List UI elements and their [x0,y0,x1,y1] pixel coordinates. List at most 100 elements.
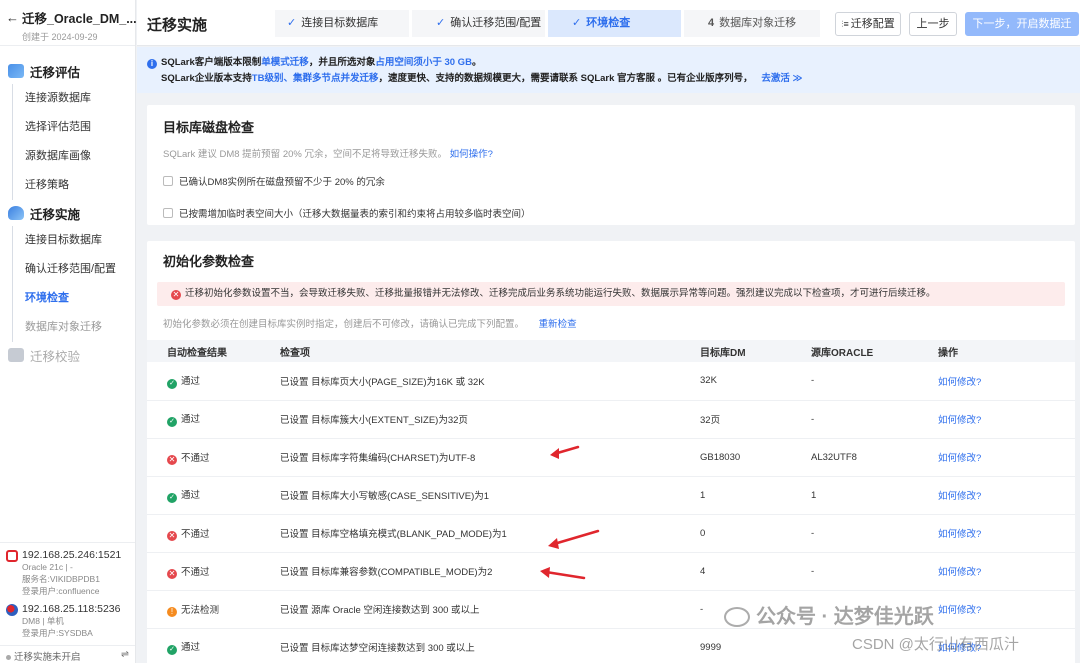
check-item: 已设置 目标库大小写敏感(CASE_SENSITIVE)为1 [280,476,700,515]
col-target-dm: 目标库DM [700,340,811,362]
notice-highlight: 单模式迁移 [261,57,309,68]
nav-item-env-check[interactable]: 环境检查 [13,284,135,313]
disk-check-desc: SQLark 建议 DM8 提前预留 20% 冗余，空间不足将导致迁移失败。 如… [163,146,1059,160]
section-assessment[interactable]: 迁移评估 [0,58,135,84]
pass-icon: ✓ [167,493,177,503]
nav-item-confirm-scope[interactable]: 确认迁移范围/配置 [13,255,135,284]
how-to-modify-link[interactable]: 如何修改? [938,605,981,616]
page-title: 迁移实施 [147,17,208,34]
database-icon [8,206,24,220]
sidebar-footer: 迁移实施未开启 ⇌ [0,645,135,663]
oracle-value: - [811,400,938,439]
step-label: 数据库对象迁移 [719,17,797,29]
step-object-migration[interactable]: 4 数据库对象迁移 [684,10,820,37]
status-text: 通过 [181,375,201,387]
step-label: 连接目标数据库 [301,17,379,29]
recheck-link[interactable]: 重新检查 [539,319,577,330]
checkbox-label: 已按需增加临时表空间大小（迁移大数据量表的索引和约束将占用较多临时表空间） [179,209,531,220]
implementation-steps: 连接目标数据库 确认迁移范围/配置 环境检查 数据库对象迁移 [12,226,135,342]
notice-text: ，并且所选对象 [308,57,376,68]
notice-text: SQLark企业版本支持 [161,73,252,84]
how-to-modify-link[interactable]: 如何修改? [938,377,981,388]
fail-icon: ✕ [167,568,177,579]
button-label: 迁移配置 [850,18,895,30]
migration-status: 迁移实施未开启 [14,652,81,663]
warning-icon: ! [167,606,177,617]
nav-item-strategy[interactable]: 迁移策略 [13,171,135,200]
how-to-modify-link[interactable]: 如何修改? [938,453,981,464]
activate-link[interactable]: 去激活 ≫ [761,73,802,84]
annotation-arrow-blank-pad [548,529,600,549]
pass-icon: ✓ [167,645,177,655]
how-to-modify-link[interactable]: 如何修改? [938,529,981,540]
status-text: 不通过 [181,452,210,464]
checkbox-label: 已确认DM8实例所在磁盘预留不少于 20% 的冗余 [179,177,385,188]
check-item: 已设置 目标库页大小(PAGE_SIZE)为16K 或 32K [280,362,700,401]
col-source-oracle: 源库ORACLE [811,340,938,362]
wechat-logo-icon [724,607,750,627]
annotation-arrow-charset [550,445,580,459]
table-row: ✕ 不通过 已设置 目标库字符集编码(CHARSET)为UTF-8 GB18030… [147,438,1075,477]
next-start-migration-button[interactable]: 下一步，开启数据迁 [965,12,1079,36]
back-arrow-icon[interactable]: ← [6,10,19,25]
section-validation[interactable]: 迁移校验 [0,342,135,368]
dm-value: GB18030 [700,438,811,477]
status-text: 通过 [181,414,201,425]
how-to-link[interactable]: 如何操作? [450,149,493,160]
prev-button[interactable]: 上一步 [909,12,957,36]
fail-icon: ✕ [167,454,177,465]
migration-config-button[interactable]: ⫶≡ 迁移配置 [835,12,901,36]
section-label: 迁移评估 [30,65,81,80]
source-detail: 登录用户:confluence [22,586,100,596]
fail-icon: ✕ [167,530,177,541]
notice-text: SQLark客户端版本限制 [161,57,262,68]
tempspace-check-item[interactable]: 已按需增加临时表空间大小（迁移大数据量表的索引和约束将占用较多临时表空间） [163,206,1059,220]
status-text: 不通过 [181,566,210,578]
notice-highlight: 占用空间须小于 30 GB [375,57,472,68]
target-detail: DM8 | 单机 [22,616,64,626]
notice-text: 。 [471,57,482,68]
assessment-steps: 连接源数据库 选择评估范围 源数据库画像 迁移策略 [12,84,135,200]
how-to-modify-link[interactable]: 如何修改? [938,567,981,578]
status-text: 通过 [181,490,201,501]
table-row: ✕ 不通过 已设置 目标库空格填充模式(BLANK_PAD_MODE)为1 0 -… [147,514,1075,553]
target-connection: 192.168.25.118:5236 DM8 | 单机 登录用户:SYSDBA [6,603,129,639]
check-item: 已设置 目标库簇大小(EXTENT_SIZE)为32页 [280,400,700,439]
how-to-modify-link[interactable]: 如何修改? [938,415,981,426]
col-result: 自动检查结果 [147,340,280,362]
collapse-icon[interactable]: ⇌ [121,649,129,660]
disk-check-item[interactable]: 已确认DM8实例所在磁盘预留不少于 20% 的冗余 [163,174,1059,188]
nav-item-source-profile[interactable]: 源数据库画像 [13,142,135,171]
source-detail: 服务名:VIKIDBPDB1 [22,574,100,584]
disk-check-title: 目标库磁盘检查 [163,120,255,135]
step-env-check[interactable]: ✓ 环境检查 [548,10,681,37]
checkbox[interactable] [163,208,173,218]
how-to-modify-link[interactable]: 如何修改? [938,491,981,502]
param-check-title: 初始化参数检查 [163,254,255,269]
annotation-arrow-compatible [540,567,586,580]
edition-notice: i SQLark客户端版本限制单模式迁移，并且所选对象占用空间须小于 30 GB。… [137,47,1080,93]
section-implementation[interactable]: 迁移实施 [0,200,135,226]
nav-item-connect-target[interactable]: 连接目标数据库 [13,226,135,255]
status-dot-icon [6,654,11,660]
step-label: 确认迁移范围/配置 [450,17,542,29]
step-connect-target[interactable]: ✓ 连接目标数据库 [275,10,409,37]
check-icon: ✓ [436,17,446,29]
section-label: 迁移校验 [30,349,81,364]
dm-value: 1 [700,476,811,515]
nav-item-object-migration[interactable]: 数据库对象迁移 [13,313,135,342]
created-date: 创建于 2024-09-29 [22,32,98,42]
step-confirm-scope[interactable]: ✓ 确认迁移范围/配置 [412,10,545,37]
error-icon: ✕ [171,290,181,300]
check-item: 已设置 源库 Oracle 空闲连接数达到 300 或以上 [280,590,700,629]
checkbox[interactable] [163,176,173,186]
nav-item-select-scope[interactable]: 选择评估范围 [13,113,135,142]
nav-item-connect-source[interactable]: 连接源数据库 [13,84,135,113]
oracle-value: - [811,552,938,591]
disk-check-card: 目标库磁盘检查 SQLark 建议 DM8 提前预留 20% 冗余，空间不足将导… [147,105,1075,225]
step-label: 环境检查 [586,17,631,29]
table-row: ✓ 通过 已设置 目标库页大小(PAGE_SIZE)为16K 或 32K 32K … [147,362,1075,401]
watermark-text: 公众号 · 达梦佳光跃 [756,606,934,628]
dm-value: 9999 [700,628,811,663]
target-detail: 登录用户:SYSDBA [22,628,93,638]
